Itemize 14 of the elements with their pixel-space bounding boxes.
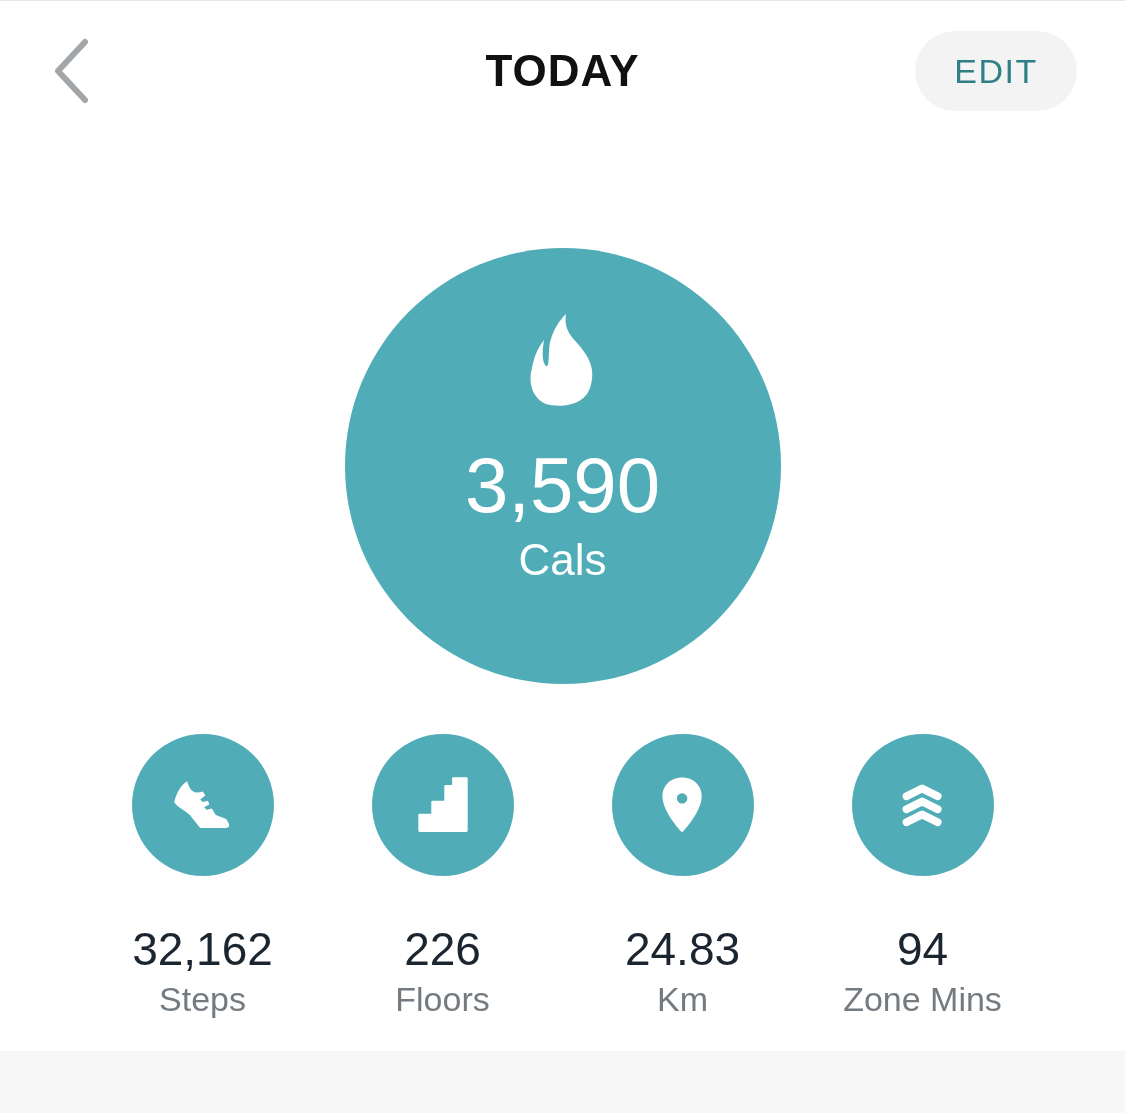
- stairs-icon: [416, 776, 469, 834]
- edit-button[interactable]: EDIT: [915, 31, 1077, 111]
- page-title: TODAY: [485, 45, 640, 97]
- metric-label: Km: [657, 982, 708, 1016]
- calories-value: 3,590: [464, 446, 661, 524]
- metric-label: Floors: [395, 982, 490, 1016]
- metric-label: Zone Mins: [843, 982, 1002, 1016]
- metric-value: 94: [896, 926, 949, 972]
- calories-unit: Cals: [518, 538, 607, 582]
- metric-label: Steps: [159, 982, 246, 1016]
- location-pin-icon: [660, 775, 705, 835]
- metric-value: 32,162: [132, 926, 273, 972]
- metric-value: 24.83: [624, 926, 741, 972]
- metric-value: 226: [404, 926, 481, 972]
